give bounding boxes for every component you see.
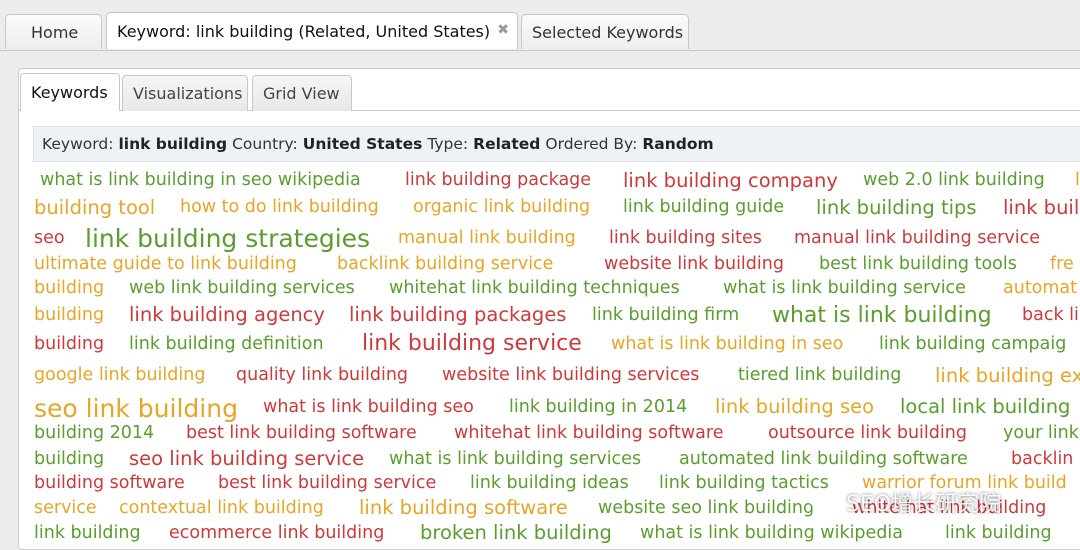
keyword-link[interactable]: manual link building — [398, 229, 576, 248]
keyword-link[interactable]: backlin — [1011, 450, 1073, 469]
keyword-link[interactable]: link building company — [623, 171, 838, 191]
tab-selected-label: Selected Keywords — [532, 22, 684, 42]
keyword-link[interactable]: seo link building service — [129, 449, 364, 469]
info-type-value: Related — [473, 135, 541, 153]
keyword-link[interactable]: whitehat link building software — [454, 424, 723, 443]
keyword-link[interactable]: best link building tools — [819, 255, 1017, 274]
keyword-link[interactable]: link building — [34, 524, 141, 543]
keyword-link[interactable]: whitehat link building techniques — [389, 279, 680, 298]
keyword-link[interactable]: automated link building software — [679, 450, 968, 469]
keyword-link[interactable]: link building ex — [935, 366, 1080, 386]
keyword-link[interactable]: ultimate guide to link building — [34, 255, 297, 274]
keyword-link[interactable]: google link building — [34, 366, 205, 385]
keyword-link[interactable]: link building guide — [623, 198, 784, 217]
tab-visualizations[interactable]: Visualizations — [122, 75, 248, 111]
keyword-link[interactable]: link building strategies — [85, 226, 370, 251]
keyword-link[interactable]: building — [34, 306, 104, 325]
keyword-link[interactable]: your link — [1003, 424, 1079, 443]
tab-keywords[interactable]: Keywords — [20, 73, 120, 111]
keyword-link[interactable]: what is link building in seo — [611, 335, 843, 354]
keyword-link[interactable]: link building ideas — [470, 474, 629, 493]
tab-grid-view[interactable]: Grid View — [252, 75, 352, 111]
keyword-link[interactable]: link building tips — [816, 198, 977, 218]
keyword-link[interactable]: backlink building service — [337, 255, 553, 274]
keyword-link[interactable]: link building seo — [715, 397, 874, 417]
info-country-label: Country: — [232, 135, 298, 153]
keyword-link[interactable]: what is link building — [772, 305, 992, 327]
info-order-value: Random — [642, 135, 714, 153]
info-type-label: Type: — [427, 135, 469, 153]
tab-keyword-label: Keyword: link building (Related, United … — [117, 21, 491, 41]
keyword-link[interactable]: local link building — [900, 397, 1070, 417]
keyword-link[interactable]: link building packages — [349, 305, 566, 325]
keyword-link[interactable]: back li — [1022, 306, 1079, 325]
keyword-link[interactable]: link building tactics — [659, 474, 829, 493]
keyword-link[interactable]: building — [34, 450, 104, 469]
keyword-link[interactable]: what is link building services — [389, 450, 641, 469]
keyword-link[interactable]: building software — [34, 474, 185, 493]
keyword-link[interactable]: link building firm — [592, 306, 739, 325]
keyword-link[interactable]: what is link building wikipedia — [640, 524, 903, 543]
tab-keyword[interactable]: Keyword: link building (Related, United … — [106, 12, 518, 49]
keyword-link[interactable]: l — [1075, 171, 1080, 190]
tab-home-label: Home — [31, 22, 79, 42]
tab-keywords-label: Keywords — [31, 83, 108, 102]
keyword-link[interactable]: what is link building in seo wikipedia — [40, 171, 361, 190]
keyword-link[interactable]: link buil — [1003, 198, 1079, 218]
keyword-link[interactable]: best link building software — [186, 424, 417, 443]
info-keyword-label: Keyword: — [42, 135, 114, 153]
tab-home[interactable]: Home — [5, 14, 102, 49]
keyword-link[interactable]: link building package — [405, 171, 591, 190]
keyword-link[interactable]: contextual link building — [119, 499, 324, 518]
keyword-link[interactable]: web link building services — [129, 279, 355, 298]
info-order-label: Ordered By: — [545, 135, 638, 153]
keyword-link[interactable]: link building campaig — [879, 335, 1066, 354]
tab-visualizations-label: Visualizations — [133, 84, 243, 103]
keyword-link[interactable]: website link building — [604, 255, 784, 274]
keyword-link[interactable]: link building sites — [609, 229, 762, 248]
keyword-link[interactable]: manual link building service — [794, 229, 1040, 248]
tab-selected-keywords[interactable]: Selected Keywords — [521, 14, 689, 49]
watermark-text: SEO增长研究院 — [846, 492, 1002, 517]
watermark: SEO增长研究院 — [810, 484, 1080, 520]
keyword-link[interactable]: what is link building service — [723, 279, 966, 298]
keyword-link[interactable]: what is link building seo — [263, 398, 474, 417]
keyword-link[interactable]: seo — [34, 229, 65, 248]
keyword-link[interactable]: link building in 2014 — [509, 398, 687, 417]
keyword-link[interactable]: ecommerce link building — [169, 524, 384, 543]
keyword-link[interactable]: website seo link building — [598, 499, 814, 518]
info-country-value: United States — [302, 135, 423, 153]
keyword-link[interactable]: how to do link building — [180, 198, 379, 217]
keyword-link[interactable]: link building definition — [129, 335, 324, 354]
top-tab-bar: Home Keyword: link building (Related, Un… — [0, 0, 1080, 51]
keyword-link[interactable]: outsource link building — [768, 424, 967, 443]
keyword-link[interactable]: service — [34, 499, 97, 518]
keyword-link[interactable]: link building software — [359, 498, 568, 518]
chat-bubble-icon — [810, 489, 840, 515]
info-keyword-value: link building — [118, 135, 228, 153]
keyword-link[interactable]: link building service — [362, 333, 582, 355]
keyword-link[interactable]: tiered link building — [738, 366, 901, 385]
keyword-link[interactable]: building tool — [34, 198, 155, 218]
keyword-link[interactable]: fre — [1050, 255, 1074, 274]
keyword-link[interactable]: organic link building — [413, 198, 590, 217]
keyword-link[interactable]: link building — [945, 524, 1052, 543]
keyword-link[interactable]: best link building service — [218, 474, 436, 493]
keyword-link[interactable]: building — [34, 279, 104, 298]
query-info-bar: Keyword: link building Country: United S… — [33, 126, 1080, 162]
keyword-link[interactable]: building 2014 — [34, 424, 154, 443]
keyword-link[interactable]: website link building services — [442, 366, 699, 385]
keyword-link[interactable]: link building agency — [129, 305, 325, 325]
keyword-link[interactable]: broken link building — [420, 523, 612, 543]
tab-grid-label: Grid View — [263, 84, 340, 103]
keyword-link[interactable]: web 2.0 link building — [863, 171, 1045, 190]
keyword-link[interactable]: quality link building — [236, 366, 408, 385]
keyword-link[interactable]: building — [34, 335, 104, 354]
close-icon[interactable]: ✖ — [497, 22, 509, 38]
keyword-link[interactable]: seo link building — [34, 396, 238, 421]
keyword-link[interactable]: automat — [1003, 279, 1077, 298]
